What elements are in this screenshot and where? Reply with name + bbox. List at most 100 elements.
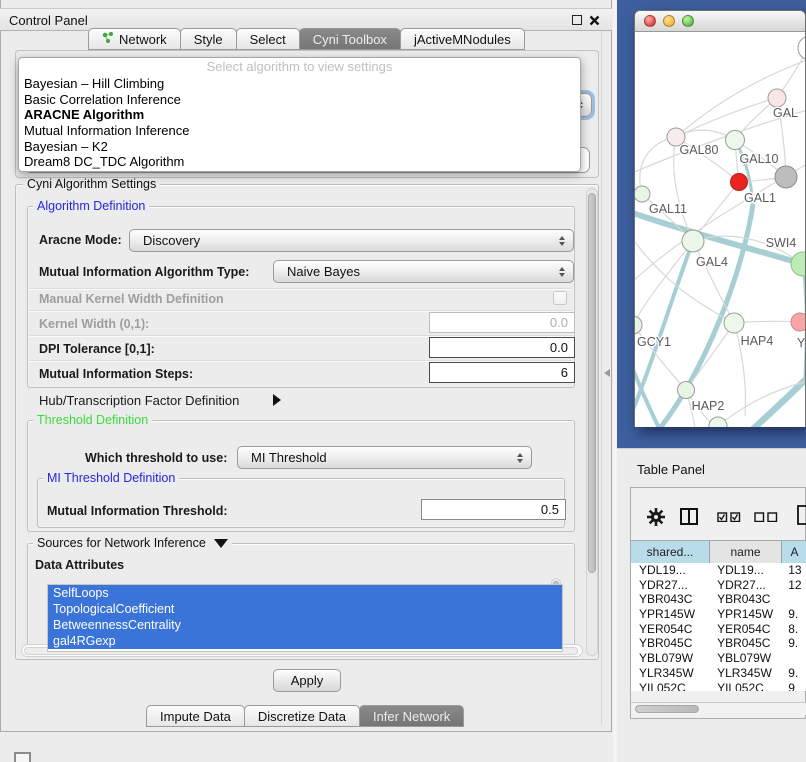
table-row[interactable]: YER054CYER054C8. [631,622,806,637]
table-hscrollbar[interactable] [631,702,806,715]
panel-inner-edge [601,24,602,724]
network-node[interactable] [775,166,797,188]
collapsed-panel-icon[interactable] [14,752,31,762]
table-cell: YBR045C [709,636,780,651]
combo-arrows-icon [559,267,565,277]
table-row[interactable]: YIL052CYIL052C9 [631,681,806,692]
table-row[interactable]: YBL079WYBL079W [631,651,806,666]
table-row[interactable]: YBR043CYBR043C [631,592,806,607]
file-icon[interactable] [797,505,806,525]
float-icon[interactable] [572,15,582,25]
table-cell: YBL079W [631,651,709,666]
tab-cyni-toolbox[interactable]: Cyni Toolbox [299,28,401,50]
expand-right-icon[interactable] [273,394,281,406]
apply-button[interactable]: Apply [273,669,341,692]
network-node-gal11[interactable] [635,186,650,202]
mi-type-label: Mutual Information Algorithm Type: [39,264,249,280]
network-desktop: GALGAL80GAL10GAL1GAL11GAL4SWI4GCY1HAP4YH… [617,0,806,448]
table-row[interactable]: YLR345WYLR345W9. [631,666,806,681]
dpi-tolerance-field[interactable]: 0.0 [429,337,575,358]
column-header[interactable]: A [782,541,806,563]
network-edge[interactable] [693,241,734,323]
data-attributes-list[interactable]: SelfLoopsTopologicalCoefficientBetweenne… [47,584,563,652]
aracne-mode-combo[interactable]: Discovery [129,229,574,252]
tab-select[interactable]: Select [236,28,300,50]
bottom-tab-impute-data[interactable]: Impute Data [146,705,245,727]
network-window-titlebar[interactable] [635,11,805,32]
algorithm-option[interactable]: Bayesian – Hill Climbing [19,76,580,92]
mi-threshold-field[interactable]: 0.5 [421,499,566,520]
bottom-tab-infer-network[interactable]: Infer Network [359,705,464,727]
table-cell: YDR27... [631,578,709,593]
network-node-hap2[interactable] [678,382,695,399]
manual-kernel-checkbox[interactable] [553,291,567,305]
splitter-collapse-icon[interactable] [604,369,610,377]
kernel-width-field[interactable]: 0.0 [429,312,575,333]
network-edge[interactable] [640,137,676,194]
tab-network[interactable]: Network [88,28,181,50]
minimize-traffic-light[interactable] [663,15,675,27]
network-edge[interactable] [686,323,734,390]
gear-icon[interactable] [647,508,665,526]
network-node-gal1[interactable] [731,174,748,191]
table-body[interactable]: YDL19...YDL19...13YDR27...YDR27...12YBR0… [631,563,806,691]
unchecked-columns-icon[interactable] [754,512,778,522]
network-node-gcy1[interactable] [635,316,642,334]
close-icon[interactable] [589,15,600,26]
network-node-gal4[interactable] [682,230,704,252]
table-cell: YPR145W [631,607,709,622]
data-attribute-item[interactable]: SelfLoops [48,585,562,601]
collapse-down-icon[interactable] [214,539,228,548]
tab-label: Infer Network [373,706,450,727]
tab-jactivemnodules[interactable]: jActiveMNodules [400,28,525,50]
algorithm-option[interactable]: Bayesian – K2 [19,139,580,155]
network-node-swi4[interactable] [791,252,805,276]
table-row[interactable]: YDR27...YDR27...12 [631,578,806,593]
algorithm-option[interactable]: ARACNE Algorithm [19,107,580,123]
data-attribute-item[interactable]: TopologicalCoefficient [48,601,562,617]
tab-label: Style [194,29,223,50]
network-node-hap4[interactable] [724,313,744,333]
data-attributes-label: Data Attributes [35,557,124,573]
checked-columns-icon[interactable] [717,512,741,522]
data-attribute-item[interactable]: BetweennessCentrality [48,617,562,633]
table-cell: 13 [780,563,806,578]
tab-style[interactable]: Style [180,28,237,50]
mi-type-combo[interactable]: Naive Bayes [273,260,574,283]
network-icon [102,29,114,50]
column-header[interactable]: name [710,541,782,563]
algorithm-definition-title: Algorithm Definition [33,198,149,214]
kernel-width-label: Kernel Width (0,1): [39,316,149,332]
table-header-row: shared...nameA [631,540,806,564]
algorithm-option[interactable]: Dream8 DC_TDC Algorithm [19,154,580,170]
data-attribute-item[interactable]: gal4RGexp [48,633,562,649]
manual-kernel-label: Manual Kernel Width Definition [39,291,224,307]
which-threshold-value: MI Threshold [251,450,327,465]
algorithm-option[interactable]: Mutual Information Inference [19,123,580,139]
table-cell [780,592,806,607]
network-view[interactable]: GALGAL80GAL10GAL1GAL11GAL4SWI4GCY1HAP4YH… [635,32,805,427]
bottom-tab-discretize-data[interactable]: Discretize Data [244,705,360,727]
which-threshold-combo[interactable]: MI Threshold [237,446,532,469]
table-cell: YBR043C [709,592,780,607]
network-node-gal[interactable] [768,89,786,107]
settings-vscrollbar-thumb[interactable] [588,193,596,573]
algorithm-option[interactable]: Basic Correlation Inference [19,92,580,108]
table-row[interactable]: YBR045CYBR045C9. [631,636,806,651]
network-node[interactable] [709,417,727,427]
table-cell: YIL052C [709,681,780,692]
network-node-y[interactable] [791,313,805,331]
table-hscrollbar-thumb[interactable] [635,705,699,713]
split-columns-icon[interactable] [680,508,698,525]
settings-vscrollbar[interactable] [586,188,598,656]
network-node-gal10[interactable] [726,131,745,150]
zoom-traffic-light[interactable] [682,15,694,27]
column-header[interactable]: shared... [631,541,710,563]
aracne-mode-label: Aracne Mode: [39,232,122,248]
table-row[interactable]: YPR145WYPR145W9. [631,607,806,622]
close-traffic-light[interactable] [644,15,656,27]
table-row[interactable]: YDL19...YDL19...13 [631,563,806,578]
table-panel-title: Table Panel [637,462,705,477]
network-node[interactable] [798,36,805,60]
mi-steps-field[interactable]: 6 [429,362,575,383]
